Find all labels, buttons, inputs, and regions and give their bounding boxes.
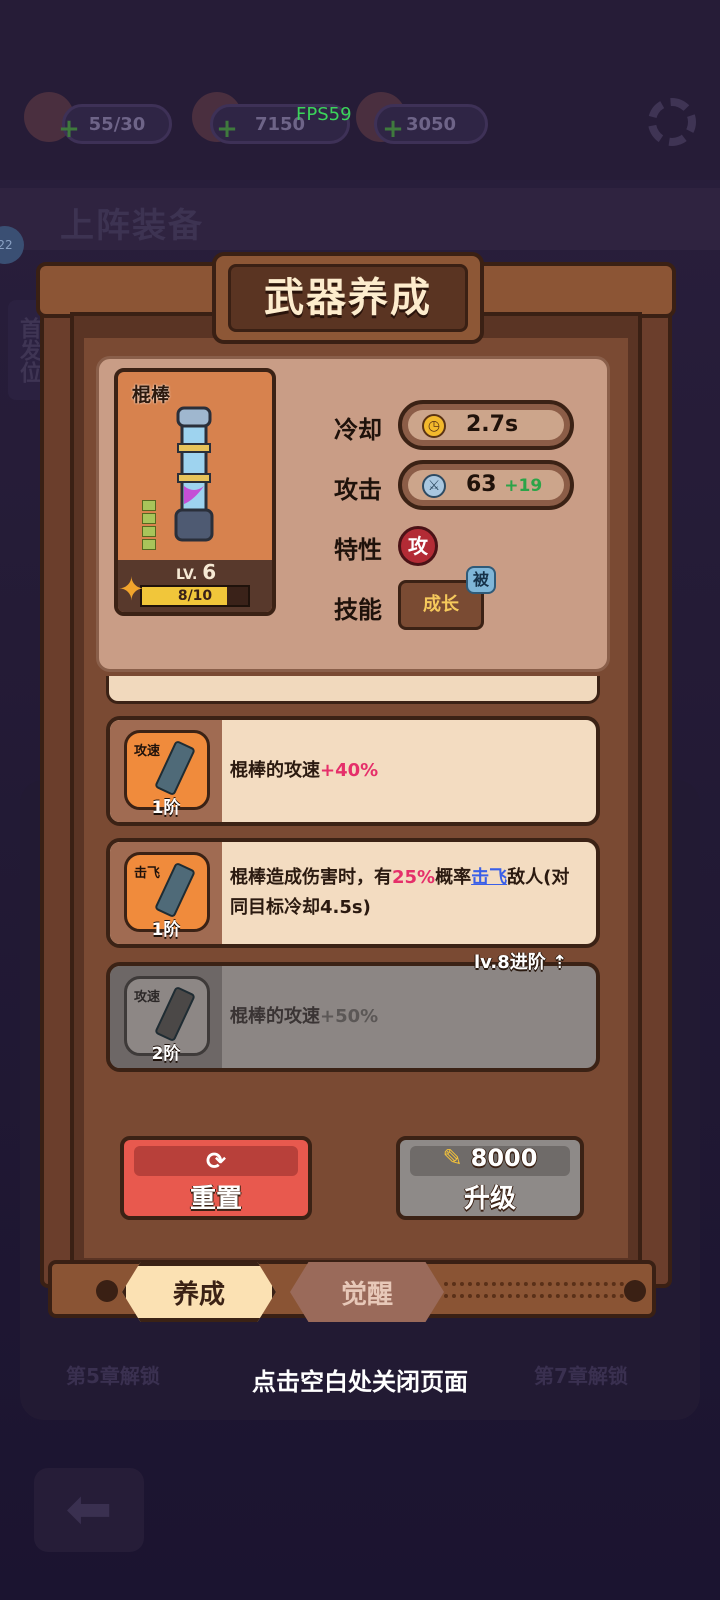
skill-label: 技能	[334, 596, 382, 624]
sword-icon: ⚔	[422, 474, 446, 498]
cooldown-stat: ◷ 2.7s	[398, 400, 574, 450]
trait-badge[interactable]: 攻	[398, 526, 438, 566]
knockback-link[interactable]: 击飞	[471, 867, 507, 888]
quality-pips	[142, 500, 156, 552]
fps-counter: FPS59	[296, 104, 352, 125]
stopwatch-icon: ◷	[422, 414, 446, 438]
trait-label: 特性	[334, 536, 382, 564]
ability-value: +40%	[320, 760, 379, 781]
ability-tag: 攻速	[134, 744, 161, 759]
level-prefix: LV.	[176, 567, 198, 583]
gold-plus-icon[interactable]: +	[216, 116, 238, 142]
passive-badge: 被	[466, 566, 496, 594]
gear-icon[interactable]	[648, 98, 696, 146]
club-weapon-icon	[174, 406, 214, 542]
attack-bonus: +19	[504, 476, 543, 496]
fragment-count: 8/10	[177, 588, 213, 604]
puzzle-piece-icon: ✦	[118, 570, 145, 608]
ability-icon-panel: 攻速 2阶	[110, 966, 222, 1068]
unlock-requirement-text: lv.8进阶	[474, 952, 546, 973]
resource-bar	[0, 0, 720, 180]
ability-row-locked[interactable]: 攻速 2阶 棍棒的攻速+50%	[106, 962, 600, 1072]
back-arrow-icon[interactable]: ⬅	[34, 1468, 144, 1552]
ability-tier: 2阶	[151, 1044, 181, 1064]
cooldown-value: 2.7s	[466, 412, 519, 437]
attack-stat: ⚔ 63 +19	[398, 460, 574, 510]
chain-knob	[624, 1280, 646, 1302]
ability-icon-panel: 攻速 1阶	[110, 720, 222, 822]
ability-tier: 1阶	[151, 798, 181, 818]
arrow-up-icon: ⇡	[552, 952, 568, 973]
ability-icon-panel: 击飞 1阶	[110, 842, 222, 944]
ability-text: 棍棒造成伤害时，有	[230, 867, 392, 888]
ability-tag: 击飞	[134, 866, 161, 881]
reset-button[interactable]: ⟳ 重置	[120, 1136, 312, 1220]
refresh-icon: ⟳	[205, 1147, 227, 1175]
cooldown-label: 冷却	[334, 416, 382, 444]
ability-text: 概率	[435, 867, 472, 888]
scrolled-ability-row	[106, 676, 600, 704]
section-title: 上阵装备	[60, 206, 204, 246]
ability-row[interactable]: 攻速 1阶 棍棒的攻速+40%	[106, 716, 600, 826]
ability-description: 棍棒的攻速+50%	[230, 966, 586, 1068]
ability-value: +50%	[320, 1006, 379, 1027]
chain-knob	[96, 1280, 118, 1302]
attack-value: 63	[466, 472, 497, 497]
reset-label: 重置	[189, 1184, 242, 1214]
gem-plus-icon[interactable]: +	[382, 116, 404, 142]
ability-text: 棍棒的攻速	[230, 760, 320, 781]
ability-tag: 攻速	[134, 990, 161, 1005]
weapon-level: LV. 6	[176, 560, 216, 584]
energy-plus-icon[interactable]: +	[58, 116, 80, 142]
dialog-title: 武器养成	[264, 275, 432, 321]
tab-cultivate[interactable]: 养成	[122, 1262, 276, 1322]
tab-awaken[interactable]: 觉醒	[290, 1262, 444, 1322]
upgrade-label: 升级	[463, 1184, 516, 1214]
gold-icon: ✎	[442, 1144, 463, 1172]
weapon-name: 棍棒	[132, 384, 171, 406]
upgrade-cost: ✎ 8000	[400, 1144, 580, 1172]
ability-tier: 1阶	[151, 920, 181, 940]
ability-text: 棍棒的攻速	[230, 1006, 320, 1027]
attack-label: 攻击	[334, 476, 382, 504]
unlock-requirement: lv.8进阶 ⇡	[474, 948, 567, 974]
ability-row[interactable]: 击飞 1阶 棍棒造成伤害时，有25%概率击飞敌人(对同目标冷却4.5s)	[106, 838, 600, 948]
close-hint[interactable]: 点击空白处关闭页面	[0, 1362, 720, 1397]
upgrade-cost-value: 8000	[470, 1144, 538, 1172]
ability-description: 棍棒的攻速+40%	[230, 720, 586, 822]
ability-value: 25%	[392, 867, 436, 888]
chain-decoration	[444, 1282, 624, 1298]
level-number: 6	[202, 560, 217, 584]
upgrade-button[interactable]: ✎ 8000 升级	[396, 1136, 584, 1220]
attack-value-group: 63 +19	[466, 472, 542, 497]
ability-description: 棍棒造成伤害时，有25%概率击飞敌人(对同目标冷却4.5s)	[230, 842, 586, 944]
